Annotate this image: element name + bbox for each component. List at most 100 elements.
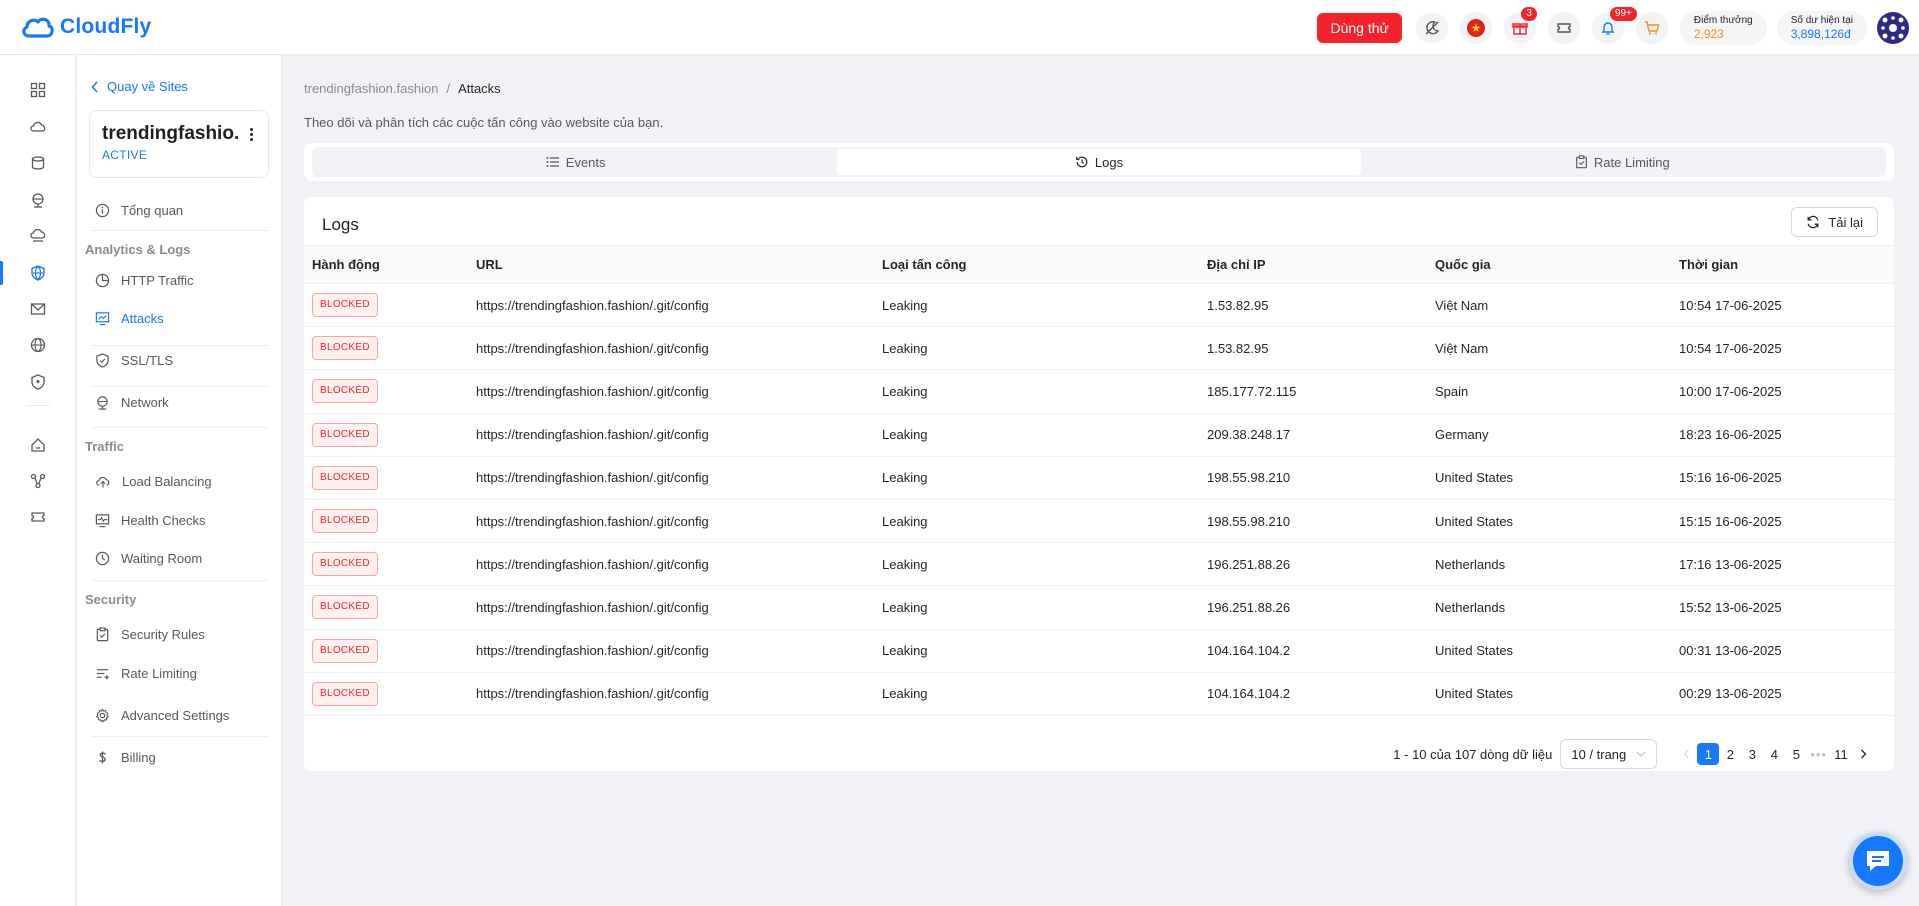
table-row[interactable]: BLOCKED https://trendingfashion.fashion/…: [304, 585, 1894, 630]
attack-type-cell: Leaking: [874, 542, 1199, 587]
table-row[interactable]: BLOCKED https://trendingfashion.fashion/…: [304, 629, 1894, 673]
attack-type-cell: Leaking: [874, 413, 1199, 457]
sidebar-item-ssl[interactable]: SSL/TLS: [91, 345, 271, 375]
ticket-icon: [1557, 22, 1571, 33]
rail-cdn[interactable]: [0, 222, 76, 250]
theme-toggle-button[interactable]: [1415, 11, 1448, 44]
dashboard-icon: [30, 82, 46, 98]
sidebar-item-billing[interactable]: Billing: [91, 742, 271, 772]
page-2-button[interactable]: 2: [1719, 743, 1741, 765]
tab-logs[interactable]: Logs: [837, 149, 1361, 175]
sidebar-item-overview[interactable]: Tổng quan: [91, 195, 271, 225]
www-globe-icon: [30, 337, 46, 353]
rail-dashboard[interactable]: [0, 76, 76, 104]
table-row[interactable]: BLOCKED https://trendingfashion.fashion/…: [304, 413, 1894, 457]
reload-button[interactable]: Tải lại: [1791, 207, 1878, 237]
table-row[interactable]: BLOCKED https://trendingfashion.fashion/…: [304, 283, 1894, 328]
page-1-button[interactable]: 1: [1697, 743, 1720, 765]
top-header: CloudFly Dùng thử 3 99+ Điểm thưởng 2,92…: [0, 0, 1919, 55]
site-more-menu-icon[interactable]: [244, 125, 258, 143]
country-cell: Việt Nam: [1427, 326, 1671, 371]
pagination-prev-button[interactable]: [1675, 743, 1697, 765]
sidebar-divider: [91, 736, 269, 737]
rail-integrations[interactable]: [0, 467, 76, 495]
cloud-network-icon: [30, 229, 46, 242]
url-cell: https://trendingfashion.fashion/.git/con…: [468, 499, 874, 544]
rail-security-active[interactable]: [0, 259, 76, 287]
dollar-icon: [99, 750, 106, 764]
url-cell: https://trendingfashion.fashion/.git/con…: [468, 283, 874, 328]
breadcrumb-site-link[interactable]: trendingfashion.fashion: [304, 81, 438, 96]
gear-icon: [95, 707, 110, 723]
chat-support-button[interactable]: [1849, 832, 1907, 890]
rail-network[interactable]: [0, 186, 76, 214]
sidebar-item-load-balancing[interactable]: Load Balancing: [91, 466, 271, 496]
page-size-value: 10 / trang: [1571, 746, 1627, 762]
rail-domain[interactable]: [0, 331, 76, 359]
page-subtitle: Theo dõi và phân tích các cuộc tấn công …: [304, 115, 664, 130]
sidebar-item-network[interactable]: Network: [91, 387, 271, 417]
account-balance[interactable]: Số dư hiện tại 3,898,126đ: [1776, 10, 1867, 45]
trial-button[interactable]: Dùng thử: [1317, 12, 1402, 43]
rail-storage[interactable]: [0, 149, 76, 177]
heartbeat-monitor-icon: [95, 513, 110, 527]
page-size-select[interactable]: 10 / trang: [1560, 739, 1658, 769]
back-to-sites-label: Quay về Sites: [107, 79, 188, 94]
avatar[interactable]: [1877, 11, 1909, 44]
cloud-logo-icon: [22, 17, 54, 38]
bell-icon: [1601, 21, 1615, 35]
page-3-button[interactable]: 3: [1741, 743, 1763, 765]
rail-tickets[interactable]: [0, 503, 76, 531]
language-button[interactable]: [1459, 11, 1492, 44]
page-last-button[interactable]: 11: [1830, 743, 1852, 765]
sidebar-item-attacks[interactable]: Attacks: [91, 303, 271, 333]
ip-cell: 104.164.104.2: [1199, 629, 1427, 673]
reward-points[interactable]: Điểm thưởng 2,923: [1679, 10, 1767, 45]
reload-label: Tải lại: [1828, 214, 1863, 230]
sidebar-item-health-checks[interactable]: Health Checks: [91, 505, 271, 535]
time-cell: 00:29 13-06-2025: [1671, 672, 1894, 716]
sidebar-divider: [91, 427, 269, 428]
cart-button[interactable]: [1635, 11, 1668, 44]
attack-type-cell: Leaking: [874, 283, 1199, 328]
pagination-ellipsis[interactable]: •••: [1810, 747, 1827, 762]
sidebar-item-rate-limiting[interactable]: Rate Limiting: [91, 658, 271, 688]
action-tag: BLOCKED: [312, 465, 378, 490]
speed-gauge-icon: [96, 668, 109, 680]
sidebar-item-advanced-settings[interactable]: Advanced Settings: [91, 700, 271, 730]
rail-ssl[interactable]: [0, 368, 76, 396]
account-balance-value: 3,898,126đ: [1790, 26, 1851, 41]
page-5-button[interactable]: 5: [1785, 743, 1807, 765]
sidebar-item-security-rules[interactable]: Security Rules: [91, 619, 271, 649]
gift-badge: 3: [1520, 5, 1538, 22]
globe-network-icon: [97, 395, 108, 410]
gift-button[interactable]: 3: [1503, 5, 1538, 44]
table-row[interactable]: BLOCKED https://trendingfashion.fashion/…: [304, 499, 1894, 544]
tab-rate-limiting[interactable]: Rate Limiting: [1361, 149, 1884, 175]
refresh-icon: [1807, 215, 1819, 229]
sidebar-item-waiting-room[interactable]: Waiting Room: [91, 543, 271, 573]
rail-cloud-server[interactable]: [0, 113, 76, 141]
sidebar-item-label: Tổng quan: [121, 202, 184, 218]
sidebar-item-http-traffic[interactable]: HTTP Traffic: [91, 265, 271, 295]
table-row[interactable]: BLOCKED https://trendingfashion.fashion/…: [304, 672, 1894, 716]
table-row[interactable]: BLOCKED https://trendingfashion.fashion/…: [304, 326, 1894, 371]
history-icon: [1076, 156, 1088, 168]
table-row[interactable]: BLOCKED https://trendingfashion.fashion/…: [304, 369, 1894, 414]
back-to-sites-link[interactable]: Quay về Sites: [91, 79, 188, 94]
rail-email[interactable]: [0, 295, 76, 323]
page-4-button[interactable]: 4: [1763, 743, 1785, 765]
tab-events[interactable]: Events: [314, 149, 837, 175]
brand-logo[interactable]: CloudFly: [20, 14, 151, 40]
table-row[interactable]: BLOCKED https://trendingfashion.fashion/…: [304, 456, 1894, 500]
pagination-next-button[interactable]: [1852, 743, 1874, 765]
rail-divider: [26, 405, 50, 406]
pagination: 1 - 10 của 107 dòng dữ liệu 10 / trang 1…: [1393, 739, 1874, 769]
ticket-button[interactable]: [1547, 11, 1580, 44]
url-cell: https://trendingfashion.fashion/.git/con…: [468, 413, 874, 457]
rail-hosting[interactable]: [0, 431, 76, 459]
time-cell: 10:00 17-06-2025: [1671, 369, 1894, 414]
sidebar-item-label: Waiting Room: [121, 550, 203, 566]
table-row[interactable]: BLOCKED https://trendingfashion.fashion/…: [304, 542, 1894, 587]
notification-button[interactable]: 99+: [1591, 5, 1638, 44]
